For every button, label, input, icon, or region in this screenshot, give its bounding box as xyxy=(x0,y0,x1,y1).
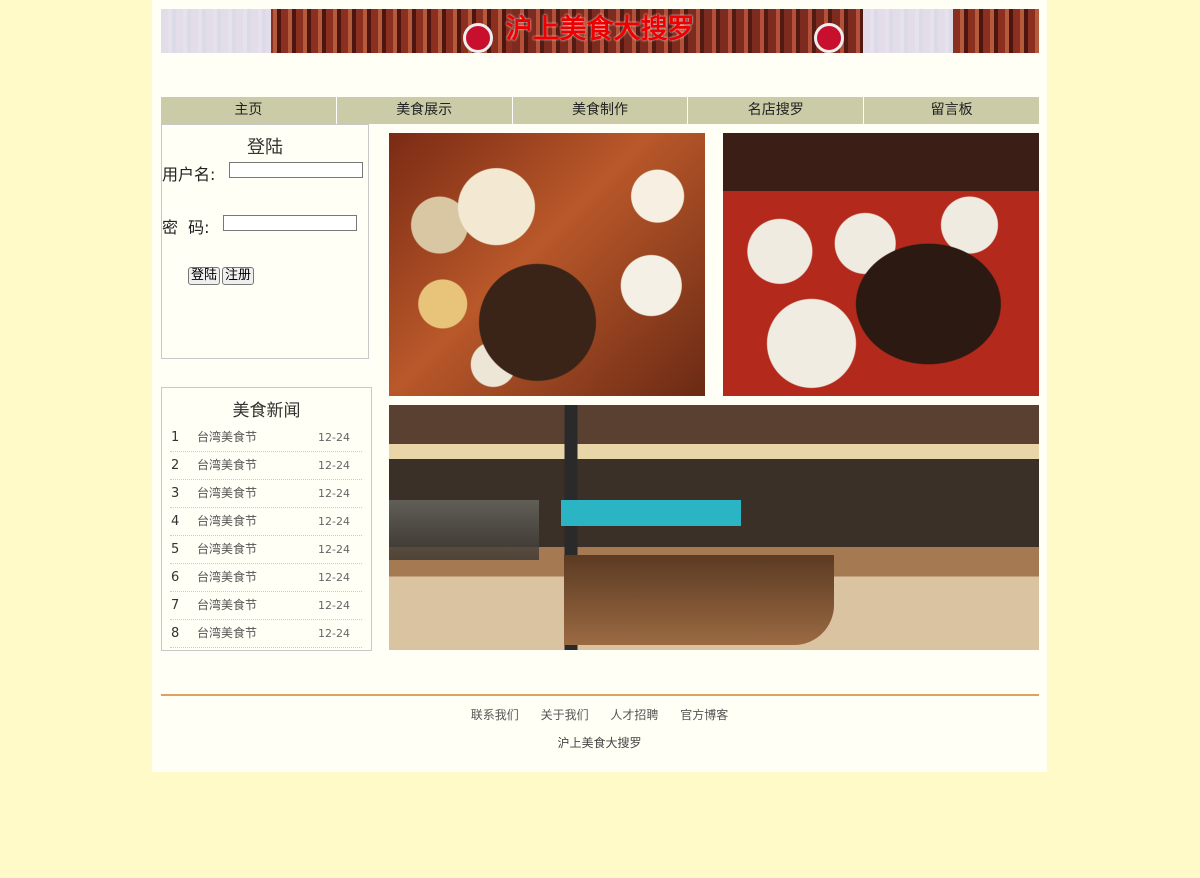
footer-divider xyxy=(161,694,1039,696)
news-date: 12-24 xyxy=(318,459,350,472)
news-item: 4 台湾美食节 12-24 xyxy=(170,508,362,536)
footer-copyright: 沪上美食大搜罗 xyxy=(557,736,642,750)
news-item: 3 台湾美食节 12-24 xyxy=(170,480,362,508)
news-link[interactable]: 台湾美食节 xyxy=(197,452,257,479)
news-number: 5 xyxy=(171,542,180,557)
news-number: 1 xyxy=(171,430,180,445)
site-title: 沪上美食大搜罗 xyxy=(505,14,695,45)
password-row: 密 码: xyxy=(162,214,370,238)
footer-link-about[interactable]: 关于我们 xyxy=(541,708,589,722)
login-title: 登陆 xyxy=(247,137,283,158)
footer-link-blog[interactable]: 官方博客 xyxy=(680,708,728,722)
news-date: 12-24 xyxy=(318,487,350,500)
nav-item-food-showcase[interactable]: 美食展示 xyxy=(337,97,513,124)
news-item: 5 台湾美食节 12-24 xyxy=(170,536,362,564)
news-number: 4 xyxy=(171,514,180,529)
news-link[interactable]: 台湾美食节 xyxy=(197,620,257,647)
login-panel: 登陆 用户名: 密 码: 登陆 注册 xyxy=(161,124,369,359)
nav-item-famous-shops[interactable]: 名店搜罗 xyxy=(688,97,865,124)
news-date: 12-24 xyxy=(318,543,350,556)
nav-item-home[interactable]: 主页 xyxy=(161,97,337,124)
news-item: 2 台湾美食节 12-24 xyxy=(170,452,362,480)
footer-link-contact[interactable]: 联系我们 xyxy=(471,708,519,722)
news-link[interactable]: 台湾美食节 xyxy=(197,564,257,591)
news-link[interactable]: 台湾美食节 xyxy=(197,536,257,563)
news-date: 12-24 xyxy=(318,571,350,584)
username-row: 用户名: xyxy=(162,161,370,185)
main-nav: 主页 美食展示 美食制作 名店搜罗 留言板 xyxy=(161,97,1039,124)
food-photo-western-set xyxy=(389,133,705,396)
news-number: 8 xyxy=(171,626,180,641)
news-number: 3 xyxy=(171,486,180,501)
news-link[interactable]: 台湾美食节 xyxy=(197,508,257,535)
news-list: 1 台湾美食节 12-24 2 台湾美食节 12-24 3 台湾美食节 12-24 4 台湾美… xyxy=(170,424,362,648)
news-link[interactable]: 台湾美食节 xyxy=(197,480,257,507)
footer-links: 联系我们 关于我们 人才招聘 官方博客 xyxy=(152,706,1047,723)
register-button[interactable]: 注册 xyxy=(222,267,255,285)
food-photo-chinese-dishes xyxy=(723,133,1039,396)
news-number: 7 xyxy=(171,598,180,613)
restaurant-sign xyxy=(561,500,741,526)
username-label: 用户名: xyxy=(162,165,216,184)
news-item: 6 台湾美食节 12-24 xyxy=(170,564,362,592)
password-label: 密 码: xyxy=(162,218,210,237)
nav-item-guestbook[interactable]: 留言板 xyxy=(864,97,1039,124)
news-date: 12-24 xyxy=(318,515,350,528)
news-number: 6 xyxy=(171,570,180,585)
footer-link-jobs[interactable]: 人才招聘 xyxy=(610,708,658,722)
restaurant-counter xyxy=(564,555,834,645)
news-item: 8 台湾美食节 12-24 xyxy=(170,620,362,648)
restaurant-window xyxy=(389,500,539,560)
nav-item-food-making[interactable]: 美食制作 xyxy=(513,97,689,124)
news-panel: 美食新闻 1 台湾美食节 12-24 2 台湾美食节 12-24 3 台湾美食节 12-24… xyxy=(161,387,372,651)
news-item: 7 台湾美食节 12-24 xyxy=(170,592,362,620)
username-input[interactable] xyxy=(229,162,363,178)
header-banner: 沪上美食大搜罗 xyxy=(161,9,1039,53)
news-date: 12-24 xyxy=(318,431,350,444)
news-link[interactable]: 台湾美食节 xyxy=(197,592,257,619)
login-button[interactable]: 登陆 xyxy=(188,267,221,285)
news-title: 美食新闻 xyxy=(232,401,301,421)
news-link[interactable]: 台湾美食节 xyxy=(197,424,257,451)
restaurant-interior-photo xyxy=(389,405,1039,650)
password-input[interactable] xyxy=(223,215,357,231)
news-date: 12-24 xyxy=(318,627,350,640)
news-item: 1 台湾美食节 12-24 xyxy=(170,424,362,452)
page-container: 沪上美食大搜罗 主页 美食展示 美食制作 名店搜罗 留言板 登陆 用户名: 密 … xyxy=(152,0,1047,772)
news-number: 2 xyxy=(171,458,180,473)
news-date: 12-24 xyxy=(318,599,350,612)
